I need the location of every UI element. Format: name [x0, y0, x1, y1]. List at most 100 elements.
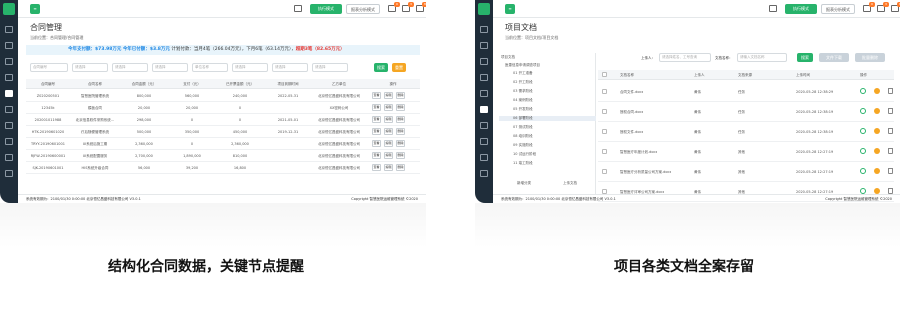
tree-node[interactable]: 02 开工阶段 — [513, 80, 533, 85]
filter-select-2[interactable]: 请选择 — [112, 63, 148, 72]
edit-button[interactable]: 编辑 — [384, 104, 393, 111]
calendar-icon[interactable] — [480, 74, 488, 81]
home-icon[interactable] — [5, 26, 13, 33]
view-button[interactable]: 查看 — [372, 164, 381, 171]
trash-icon[interactable] — [888, 128, 893, 134]
key-icon[interactable] — [874, 148, 880, 154]
row-checkbox[interactable] — [602, 109, 607, 114]
edit-button[interactable]: 编辑 — [384, 92, 393, 99]
chart-icon[interactable] — [5, 138, 13, 145]
filter-select-6[interactable]: 请选择 — [312, 63, 348, 72]
filter-select-1[interactable]: 请选择 — [72, 63, 108, 72]
download-icon[interactable] — [860, 128, 866, 134]
tree-root[interactable]: 项目文档 — [501, 55, 515, 60]
view-button[interactable]: 查看 — [372, 116, 381, 123]
download-button[interactable]: 文件下载 — [819, 53, 849, 62]
download-icon[interactable] — [860, 108, 866, 114]
trash-icon[interactable] — [888, 168, 893, 174]
reset-button[interactable]: 重置 — [392, 63, 406, 72]
report-icon[interactable] — [5, 154, 13, 161]
settings-icon[interactable] — [5, 170, 13, 177]
view-button[interactable]: 查看 — [372, 104, 381, 111]
row-checkbox[interactable] — [602, 89, 607, 94]
row-checkbox[interactable] — [602, 129, 607, 134]
delete-button[interactable]: 删除 — [396, 116, 405, 123]
menu-toggle-button[interactable]: ≡ — [505, 4, 515, 14]
delete-button[interactable]: 删除 — [396, 164, 405, 171]
filter-contract-no[interactable]: 合同编号 — [30, 63, 68, 72]
view-button[interactable]: 查看 — [372, 92, 381, 99]
edit-button[interactable]: 编辑 — [384, 164, 393, 171]
tree-node[interactable]: 08 培训阶段 — [513, 134, 533, 139]
trash-icon[interactable] — [888, 148, 893, 154]
doc-name-input[interactable]: 请输入文档名称 — [737, 53, 787, 62]
key-icon[interactable] — [874, 128, 880, 134]
filter-unit-name[interactable]: 单位名称 — [192, 63, 228, 72]
grid-icon[interactable] — [480, 58, 488, 65]
tree-node[interactable]: 05 开发阶段 — [513, 107, 533, 112]
tree-node[interactable]: 06 部署阶段 — [499, 116, 596, 121]
add-category-button[interactable]: 新增分类 — [517, 181, 531, 186]
delete-button[interactable]: 删除 — [396, 140, 405, 147]
uploader-input[interactable]: 请选择姓名、工号查询 — [659, 53, 711, 62]
chart-icon[interactable] — [480, 138, 488, 145]
calendar-icon[interactable] — [5, 74, 13, 81]
delete-button[interactable]: 删除 — [396, 152, 405, 159]
tree-project[interactable]: 医患信息申请调查项目 — [505, 63, 540, 68]
settings-icon[interactable] — [480, 170, 488, 177]
execute-mode-button[interactable]: 执行模式 — [785, 4, 817, 14]
contract-icon[interactable] — [5, 90, 13, 97]
download-icon[interactable] — [860, 148, 866, 154]
delete-button[interactable]: 删除 — [396, 92, 405, 99]
report-icon[interactable] — [480, 154, 488, 161]
tree-node[interactable]: 03 需求阶段 — [513, 89, 533, 94]
list-icon[interactable] — [5, 42, 13, 49]
delete-button[interactable]: 删除 — [396, 128, 405, 135]
contract-icon[interactable] — [480, 90, 488, 97]
menu-toggle-button[interactable]: ≡ — [30, 4, 40, 14]
folder-icon[interactable] — [5, 122, 13, 129]
home-icon[interactable] — [480, 26, 488, 33]
select-all-checkbox[interactable] — [602, 72, 607, 77]
report-mode-button[interactable]: 报表分析模式 — [346, 4, 380, 14]
download-icon[interactable] — [860, 168, 866, 174]
search-button[interactable]: 搜索 — [374, 63, 388, 72]
filter-select-3[interactable]: 请选择 — [152, 63, 188, 72]
edit-button[interactable]: 编辑 — [384, 128, 393, 135]
upload-doc-button[interactable]: 上传文档 — [563, 181, 577, 186]
doc-icon[interactable] — [5, 106, 13, 113]
view-button[interactable]: 查看 — [372, 152, 381, 159]
tree-node[interactable]: 04 案例阶段 — [513, 98, 533, 103]
filter-select-5[interactable]: 请选择 — [272, 63, 308, 72]
report-mode-button[interactable]: 报表分析模式 — [821, 4, 855, 14]
grid-icon[interactable] — [5, 58, 13, 65]
screen-icon[interactable] — [769, 5, 777, 12]
tree-node[interactable]: 07 测试阶段 — [513, 125, 533, 130]
doc-icon[interactable] — [480, 106, 488, 113]
trash-icon[interactable] — [888, 108, 893, 114]
execute-mode-button[interactable]: 执行模式 — [310, 4, 342, 14]
view-button[interactable]: 查看 — [372, 128, 381, 135]
filter-select-4[interactable]: 请选择 — [232, 63, 268, 72]
batch-delete-button[interactable]: 批量删除 — [855, 53, 885, 62]
tree-node[interactable]: 10 试运行阶段 — [513, 152, 536, 157]
edit-button[interactable]: 编辑 — [384, 116, 393, 123]
key-icon[interactable] — [874, 168, 880, 174]
row-checkbox[interactable] — [602, 169, 607, 174]
edit-button[interactable]: 编辑 — [384, 152, 393, 159]
key-icon[interactable] — [874, 108, 880, 114]
trash-icon[interactable] — [888, 88, 893, 94]
key-icon[interactable] — [874, 88, 880, 94]
search-button[interactable]: 搜索 — [797, 53, 813, 62]
screen-icon[interactable] — [294, 5, 302, 12]
edit-button[interactable]: 编辑 — [384, 140, 393, 147]
tree-node[interactable]: 01 开工准备 — [513, 71, 533, 76]
tree-node[interactable]: 11 竣工阶段 — [513, 161, 533, 166]
row-checkbox[interactable] — [602, 149, 607, 154]
download-icon[interactable] — [860, 88, 866, 94]
list-icon[interactable] — [480, 42, 488, 49]
folder-icon[interactable] — [480, 122, 488, 129]
tree-node[interactable]: 09 实施阶段 — [513, 143, 533, 148]
view-button[interactable]: 查看 — [372, 140, 381, 147]
delete-button[interactable]: 删除 — [396, 104, 405, 111]
